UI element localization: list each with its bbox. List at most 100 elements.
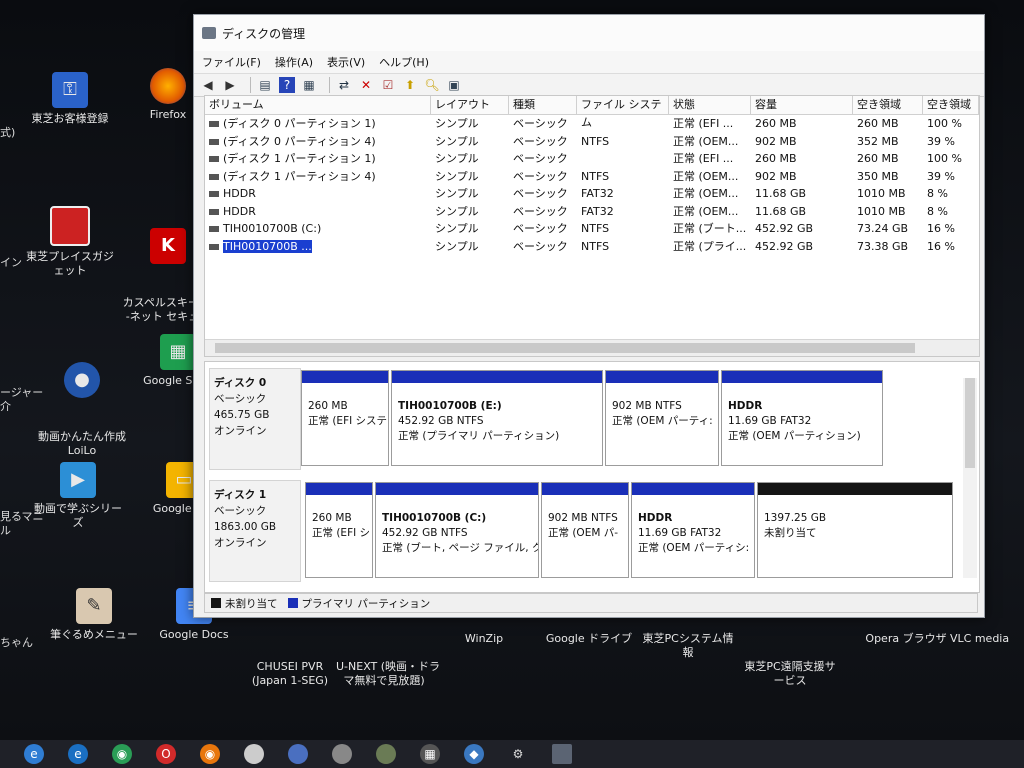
volume-row[interactable]: TIH0010700B ... シンプル ベーシック NTFS 正常 (プライ... 45…: [205, 238, 979, 256]
vertical-scrollbar[interactable]: [963, 378, 977, 578]
desktop-icon-label: Google Docs: [159, 628, 229, 641]
app-icon[interactable]: [244, 744, 264, 764]
back-icon[interactable]: ◀: [200, 77, 216, 93]
edge-icon[interactable]: e: [68, 744, 88, 764]
scrollbar-thumb[interactable]: [965, 378, 975, 468]
partition-block[interactable]: 902 MB NTFS 正常 (OEM パーティ:: [605, 370, 719, 466]
partition-label: HDDR: [638, 512, 673, 524]
partition-block[interactable]: HDDR 11.69 GB FAT32 正常 (OEM パーティシ:: [631, 482, 755, 578]
partition-block[interactable]: 260 MB 正常 (EFI シ: [305, 482, 373, 578]
volume-name: HDDR: [223, 187, 256, 200]
menu-view[interactable]: 表示(V): [327, 54, 365, 70]
volume-row[interactable]: (ディスク 1 パーティション 4) シンプル ベーシック NTFS 正常 (OEM..…: [205, 168, 979, 186]
gear-icon[interactable]: ⚙: [508, 744, 528, 764]
firefox-icon[interactable]: ◉: [200, 744, 220, 764]
column-filesystem[interactable]: ファイル システム: [577, 96, 669, 129]
properties-icon[interactable]: ▦: [301, 77, 317, 93]
desktop-icon-winzip[interactable]: WinZip: [436, 632, 532, 646]
column-free-space[interactable]: 空き領域: [853, 96, 923, 114]
partition-info: 260 MB 正常 (EFI シ: [306, 495, 372, 541]
column-free-percent[interactable]: 空き領域: [923, 96, 979, 114]
partition-status: 正常 (EFI システ: [308, 415, 388, 427]
partition-block[interactable]: 1397.25 GB 未割り当て: [757, 482, 953, 578]
partition-block[interactable]: 260 MB 正常 (EFI システ: [301, 370, 389, 466]
cell-status: 正常 (プライ...: [673, 239, 747, 253]
menu-file[interactable]: ファイル(F): [202, 54, 261, 70]
app-icon[interactable]: [288, 744, 308, 764]
horizontal-scrollbar[interactable]: [205, 339, 979, 356]
column-type[interactable]: 種類: [509, 96, 577, 114]
desktop-icon-gadget[interactable]: 東芝プレイスガジェット: [22, 206, 118, 278]
menu-action[interactable]: 操作(A): [275, 54, 313, 70]
app-icon[interactable]: [332, 744, 352, 764]
partition-size: 11.69 GB FAT32: [728, 415, 812, 427]
help-icon[interactable]: ?: [279, 77, 295, 93]
column-status[interactable]: 状態: [669, 96, 751, 114]
desktop-icon-toshiba-register[interactable]: ⚿ 東芝お客様登録: [22, 72, 118, 126]
partition-block[interactable]: TIH0010700B (E:) 452.92 GB NTFS 正常 (プライマリ …: [391, 370, 603, 466]
column-capacity[interactable]: 容量: [751, 96, 853, 114]
desktop-icon-chusei-pvr[interactable]: CHUSEI PVR (Japan 1-SEG): [242, 632, 338, 716]
partition-label: HDDR: [728, 400, 763, 412]
list-view-icon[interactable]: ▤: [257, 77, 273, 93]
disk-label[interactable]: ディスク 0 ベーシック 465.75 GB オンライン: [209, 368, 301, 470]
partition-status: 正常 (OEM パーティション): [728, 430, 861, 442]
desktop-icon-unext[interactable]: U-NEXT (映画・ドラ マ無料で見放題): [336, 632, 440, 716]
volume-icon: [209, 121, 219, 127]
title-bar[interactable]: ディスクの管理: [194, 15, 984, 51]
disk-status: オンライン: [214, 537, 267, 549]
desktop-icon-video-series[interactable]: ▶ 動画で学ぶシリーズ: [30, 462, 126, 530]
opera-icon[interactable]: O: [156, 744, 176, 764]
desktop-icon-label: 筆ぐるめメニュー: [50, 628, 138, 641]
search-icon[interactable]: 🔍︎: [424, 77, 440, 93]
desktop-icon-remote-support[interactable]: 東芝PC遠隔支援サ ービス: [742, 632, 838, 716]
cell-volume: (ディスク 0 パーティション 1): [205, 115, 431, 133]
disk-label[interactable]: ディスク 1 ベーシック 1863.00 GB オンライン: [209, 480, 301, 582]
desktop-icon-vlc[interactable]: VLC media: [950, 632, 1024, 646]
cell-layout: シンプル: [435, 222, 479, 235]
box-icon[interactable]: ◆: [464, 744, 484, 764]
volume-row[interactable]: (ディスク 1 パーティション 1) シンプル ベーシック 正常 (EFI ... 26…: [205, 150, 979, 168]
key-icon: ⚿: [52, 72, 88, 108]
volume-row[interactable]: TIH0010700B (C:) シンプル ベーシック NTFS 正常 (ブート... 4…: [205, 220, 979, 238]
cell-free-space: 350 MB: [857, 169, 899, 183]
cell-type: ベーシック: [513, 117, 568, 130]
cell-layout: シンプル: [435, 187, 479, 200]
desktop-icon-sysinfo[interactable]: 東芝PCシステム情報: [640, 632, 736, 660]
checklist-icon[interactable]: ☑: [380, 77, 396, 93]
cell-free-percent: 16 %: [927, 222, 955, 235]
volume-row[interactable]: HDDR シンプル ベーシック FAT32 正常 (OEM... 11.68 GB 1010…: [205, 203, 979, 221]
cell-capacity: 452.92 GB: [755, 222, 814, 235]
cell-status: 正常 (EFI ...: [673, 117, 734, 130]
desktop-icon-fudegurume[interactable]: ✎ 筆ぐるめメニュー: [46, 588, 142, 642]
cell-type: ベーシック: [513, 239, 568, 253]
volume-row[interactable]: HDDR シンプル ベーシック FAT32 正常 (OEM... 11.68 GB 1010…: [205, 185, 979, 203]
app-icon[interactable]: [376, 744, 396, 764]
column-layout[interactable]: レイアウト: [431, 96, 509, 114]
chrome-icon[interactable]: ◉: [112, 744, 132, 764]
forward-icon[interactable]: ▶: [222, 77, 238, 93]
partition-type-bar: [306, 483, 372, 495]
desktop-icon-label: 東芝プレイスガジェット: [26, 250, 114, 277]
partition-info: 1397.25 GB 未割り当て: [758, 495, 952, 541]
column-volume[interactable]: ボリューム: [205, 96, 431, 114]
disk-management-icon[interactable]: [552, 744, 572, 764]
connect-icon[interactable]: ⇄: [336, 77, 352, 93]
delete-icon[interactable]: ✕: [358, 77, 374, 93]
scrollbar-thumb[interactable]: [215, 343, 915, 353]
desktop-icon-google-drive[interactable]: Google ドライブ: [541, 632, 637, 646]
volume-row[interactable]: (ディスク 0 パーティション 4) シンプル ベーシック NTFS 正常 (OEM..…: [205, 133, 979, 151]
cell-status: 正常 (OEM...: [673, 187, 739, 200]
calculator-icon[interactable]: ▦: [420, 744, 440, 764]
menu-help[interactable]: ヘルプ(H): [379, 54, 429, 70]
settings-icon[interactable]: ▣: [446, 77, 462, 93]
legend-unallocated: 未割り当て: [225, 597, 278, 610]
partition-block[interactable]: HDDR 11.69 GB FAT32 正常 (OEM パーティション): [721, 370, 883, 466]
partition-block[interactable]: 902 MB NTFS 正常 (OEM パ-: [541, 482, 629, 578]
volume-icon: [209, 191, 219, 197]
partition-block[interactable]: TIH0010700B (C:) 452.92 GB NTFS 正常 (ブート, ペ…: [375, 482, 539, 578]
up-icon[interactable]: ⬆: [402, 77, 418, 93]
ie-icon[interactable]: e: [24, 744, 44, 764]
volume-row[interactable]: (ディスク 0 パーティション 1) シンプル ベーシック 正常 (EFI ... 26…: [205, 115, 979, 133]
desktop-icon-opera[interactable]: Opera ブラウザ: [858, 632, 954, 646]
